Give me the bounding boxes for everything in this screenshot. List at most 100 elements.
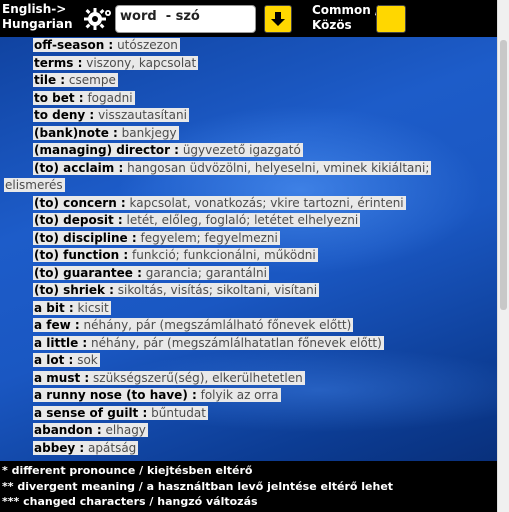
gear-icon: [84, 8, 111, 30]
scrollbar[interactable]: [497, 0, 509, 512]
entry-highlight: a runny nose (to have) : folyik az orra: [33, 388, 281, 402]
entry-highlight: to deny : visszautasítani: [33, 108, 189, 122]
language-direction-button[interactable]: English-> Hungarian: [2, 2, 73, 32]
english-term: terms :: [34, 55, 83, 70]
legend-footer: * different pronounce / kiejtésben eltér…: [0, 461, 497, 512]
list-item[interactable]: abandon : elhagy: [33, 422, 497, 440]
hungarian-translation: bűntudat: [151, 405, 206, 420]
hungarian-translation: ügyvezető igazgató: [182, 143, 301, 157]
hungarian-translation: sok: [77, 353, 98, 367]
entry-highlight: a sense of guilt : bűntudat: [33, 405, 208, 420]
list-item[interactable]: to bet : fogadni: [33, 90, 497, 108]
entry-highlight: a must : szükségszerű(ség), elkerülhetet…: [33, 370, 305, 385]
hungarian-translation: garancia; garantálni: [145, 265, 267, 280]
hungarian-translation: viszony, kapcsolat: [86, 55, 197, 70]
entry-highlight: (to) deposit : letét, előleg, foglaló; l…: [33, 213, 361, 227]
settings-gear-icon[interactable]: [82, 5, 114, 33]
entry-highlight: abbey : apátság: [33, 440, 139, 455]
search-field[interactable]: [115, 5, 256, 33]
list-item[interactable]: (managing) director : ügyvezető igazgató: [33, 142, 497, 160]
entry-highlight: tile : csempe: [33, 73, 118, 87]
list-item[interactable]: (to) acclaim : hangosan üdvözölni, helye…: [33, 160, 497, 178]
list-item[interactable]: terms : viszony, kapcsolat: [33, 55, 497, 73]
list-item[interactable]: a sense of guilt : bűntudat: [33, 405, 497, 423]
hungarian-translation: kicsit: [77, 300, 109, 315]
list-item[interactable]: tile : csempe: [33, 72, 497, 90]
english-term: (to) discipline :: [34, 230, 137, 245]
common-toggle-button[interactable]: [376, 5, 406, 33]
hungarian-translation: bankjegy: [121, 125, 177, 140]
hungarian-translation: fegyelem; fegyelmezni: [140, 230, 278, 245]
hungarian-translation: néhány, pár (megszámlálhatatlan főnevek …: [91, 335, 382, 350]
list-item[interactable]: a runny nose (to have) : folyik az orra: [33, 387, 497, 405]
legend-line-3: *** changed characters / hangzó változás: [2, 495, 258, 508]
entry-highlight: abandon : elhagy: [33, 423, 148, 437]
hungarian-translation: kapcsolat, vonatkozás; vkire tartozni, é…: [129, 195, 404, 210]
list-item[interactable]: abbey : apátság: [33, 440, 497, 458]
list-item[interactable]: (to) discipline : fegyelem; fegyelmezni: [33, 230, 497, 248]
entry-highlight: (bank)note : bankjegy: [33, 125, 179, 140]
entry-highlight: (to) discipline : fegyelem; fegyelmezni: [33, 230, 280, 245]
common-label: Common / Közös: [312, 3, 379, 32]
list-item[interactable]: (to) shriek : sikoltás, visítás; sikolta…: [33, 282, 497, 300]
list-item[interactable]: (to) concern : kapcsolat, vonatkozás; vk…: [33, 195, 497, 213]
hungarian-translation: néhány, pár (megszámlálható főnevek előt…: [83, 318, 352, 332]
list-item[interactable]: a bit : kicsit: [33, 300, 497, 318]
hungarian-translation: apátság: [88, 440, 137, 455]
app-window: English-> Hungarian word - szó Common Kö…: [0, 0, 497, 512]
hungarian-translation: elhagy: [105, 423, 146, 437]
list-item[interactable]: off-season : utószezon: [33, 37, 497, 55]
legend-line-2: ** divergent meaning / a használtban lev…: [2, 479, 394, 493]
search-input[interactable]: [120, 9, 251, 24]
list-item[interactable]: a lot : sok: [33, 352, 497, 370]
hungarian-translation: utószezon: [117, 38, 178, 52]
english-term: (managing) director :: [34, 143, 179, 157]
top-toolbar: English-> Hungarian word - szó Common Kö…: [0, 0, 497, 37]
hungarian-translation-continuation: elismerés: [4, 178, 65, 192]
hungarian-translation: sikoltás, visítás; sikoltani, visítani: [117, 283, 318, 297]
entry-highlight: a little : néhány, pár (megszámlálhatatl…: [33, 335, 384, 350]
entry-highlight: (to) shriek : sikoltás, visítás; sikolta…: [33, 283, 320, 297]
hungarian-translation: letét, előleg, foglaló; letétet elhelyez…: [126, 213, 359, 227]
hungarian-translation: fogadni: [87, 90, 133, 105]
list-item[interactable]: a little : néhány, pár (megszámlálhatatl…: [33, 335, 497, 353]
english-term: (to) guarantee :: [34, 265, 142, 280]
scrollbar-thumb[interactable]: [500, 40, 507, 310]
english-term: to deny :: [34, 108, 95, 122]
list-item[interactable]: (to) guarantee : garancia; garantálni: [33, 265, 497, 283]
english-term: (to) acclaim :: [34, 160, 124, 175]
search-go-button[interactable]: [264, 5, 292, 33]
english-term: a few :: [34, 318, 80, 332]
legend-line-1: * different pronounce / kiejtésben eltér…: [2, 464, 253, 477]
english-term: (to) deposit :: [34, 213, 123, 227]
word-list[interactable]: off-season : utószezon terms : viszony, k…: [0, 37, 497, 461]
entry-highlight: (to) concern : kapcsolat, vonatkozás; vk…: [33, 195, 406, 210]
hungarian-translation: csempe: [68, 73, 116, 87]
list-item[interactable]: a must : szükségszerű(ség), elkerülhetet…: [33, 370, 497, 388]
entry-highlight: (to) function : funkció; funkcionálni, m…: [33, 248, 318, 262]
english-term: abandon :: [34, 423, 102, 437]
entry-highlight: a lot : sok: [33, 353, 100, 367]
list-item[interactable]: (bank)note : bankjegy: [33, 125, 497, 143]
hungarian-translation: funkció; funkcionálni, működni: [132, 248, 316, 262]
english-term: a little :: [34, 335, 88, 350]
hungarian-translation: hangosan üdvözölni, helyeselni, vminek k…: [127, 160, 430, 175]
list-item[interactable]: a few : néhány, pár (megszámlálható főne…: [33, 317, 497, 335]
entry-highlight: a bit : kicsit: [33, 300, 111, 315]
entry-highlight: terms : viszony, kapcsolat: [33, 55, 199, 70]
list-item[interactable]: (to) function : funkció; funkcionálni, m…: [33, 247, 497, 265]
english-term: a sense of guilt :: [34, 405, 148, 420]
english-term: off-season :: [34, 38, 114, 52]
english-term: a lot :: [34, 353, 74, 367]
list-item[interactable]: (to) deposit : letét, előleg, foglaló; l…: [33, 212, 497, 230]
arrow-down-icon: [271, 12, 285, 26]
english-term: tile :: [34, 73, 66, 87]
english-term: (to) concern :: [34, 195, 126, 210]
english-term: a bit :: [34, 300, 74, 315]
hungarian-translation: visszautasítani: [98, 108, 187, 122]
english-term: to bet :: [34, 90, 84, 105]
hungarian-translation: folyik az orra: [200, 388, 279, 402]
hungarian-translation: szükségszerű(ség), elkerülhetetlen: [93, 370, 303, 385]
list-item[interactable]: to deny : visszautasítani: [33, 107, 497, 125]
english-term: a must :: [34, 370, 90, 385]
